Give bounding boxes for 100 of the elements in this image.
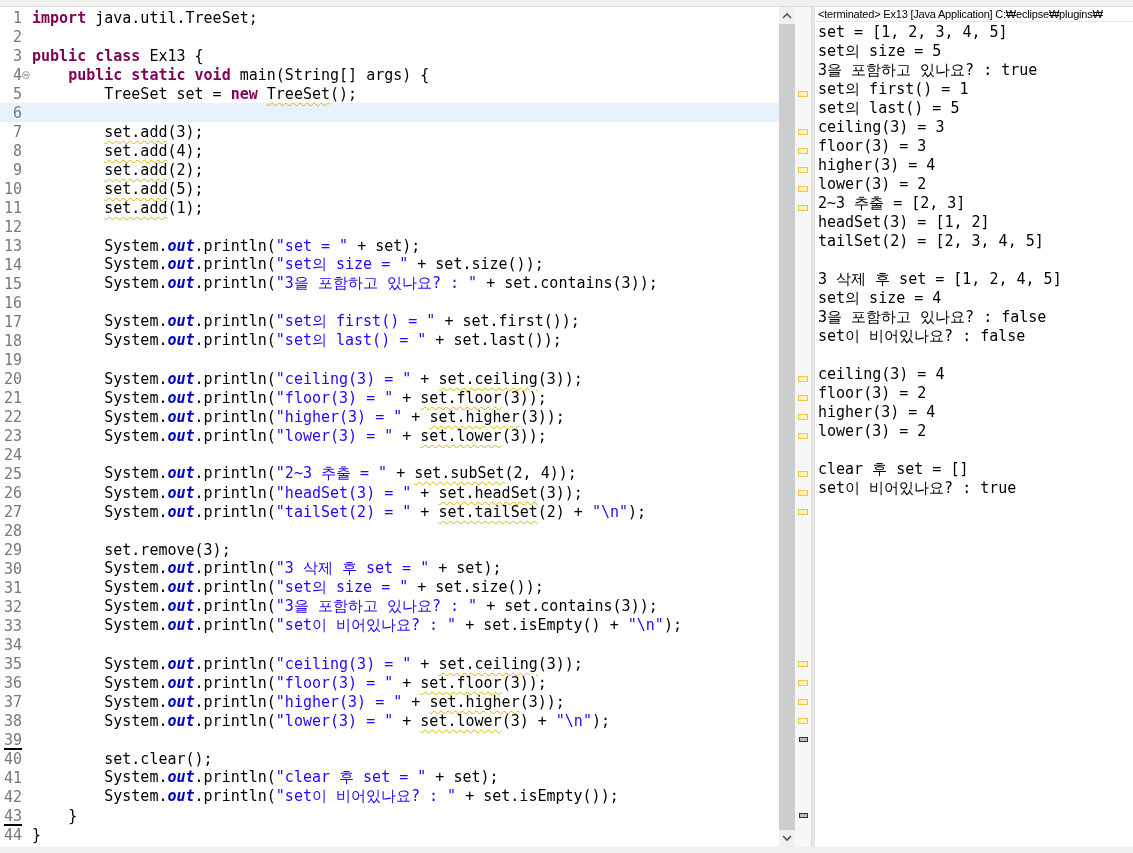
line-number: 36 <box>2 673 22 692</box>
line-number: 18 <box>2 331 22 350</box>
console-line: tailSet(2) = [2, 3, 4, 5] <box>818 232 1045 251</box>
code-line: } <box>32 825 42 844</box>
warning-marker[interactable] <box>798 147 808 154</box>
line-number: 8 <box>11 141 22 160</box>
console-line: headSet(3) = [1, 2] <box>818 213 991 232</box>
line-number: 4 <box>11 65 22 84</box>
console-line: 3을 포함하고 있나요? : true <box>818 61 1039 80</box>
line-number: 44 <box>2 825 22 844</box>
console-line: higher(3) = 4 <box>818 156 937 175</box>
line-number: 38 <box>2 711 22 730</box>
line-number: 27 <box>2 502 22 521</box>
console-line: lower(3) = 2 <box>818 422 928 441</box>
line-number: 41 <box>2 768 22 787</box>
console-line: lower(3) = 2 <box>818 175 928 194</box>
warning-marker[interactable] <box>798 128 808 135</box>
line-number: 22 <box>2 407 22 426</box>
console-line: clear 후 set = [] <box>818 460 970 479</box>
code-line: System.out.println("3 삭제 후 set = " + set); <box>103 559 502 578</box>
warning-marker[interactable] <box>798 413 808 420</box>
line-number: 10 <box>2 179 22 198</box>
code-line: set.add(2); <box>103 160 204 179</box>
warning-marker[interactable] <box>798 432 808 439</box>
console-line: set이 비어있나요? : false <box>818 327 1027 346</box>
warning-marker[interactable] <box>798 508 808 515</box>
code-line: System.out.println("set의 size = " + set.size()); <box>103 578 544 597</box>
code-line: set.add(5); <box>103 179 204 198</box>
collapse-icon[interactable] <box>22 70 30 79</box>
warning-marker[interactable] <box>798 698 808 705</box>
line-number: 9 <box>11 160 22 179</box>
console-line: set = [1, 2, 3, 4, 5] <box>818 23 1009 42</box>
line-number: 16 <box>2 293 22 312</box>
code-line: System.out.println("ceiling(3) = " + set.ceiling(3)); <box>103 654 583 673</box>
line-number: 40 <box>2 749 22 768</box>
line-number: 30 <box>2 559 22 578</box>
warning-marker[interactable] <box>798 660 808 667</box>
line-number: 35 <box>2 654 22 673</box>
occurrence-marker[interactable] <box>798 737 808 742</box>
line-number: 37 <box>2 692 22 711</box>
line-number: 2 <box>11 27 22 46</box>
scroll-down-icon[interactable] <box>782 835 792 842</box>
code-line: System.out.println("set이 비어있나요? : " + set.isEmpty()); <box>103 787 619 806</box>
warning-marker[interactable] <box>798 375 808 382</box>
warning-marker[interactable] <box>798 394 808 401</box>
scrollbar-thumb[interactable] <box>779 24 795 830</box>
warning-marker[interactable] <box>798 166 808 173</box>
warning-marker[interactable] <box>798 185 808 192</box>
line-number: 5 <box>11 84 22 103</box>
console-line: floor(3) = 2 <box>818 384 928 403</box>
line-number: 17 <box>2 312 22 331</box>
console-line: 3 삭제 후 set = [1, 2, 4, 5] <box>818 270 1063 289</box>
warning-marker[interactable] <box>798 90 808 97</box>
console-line: set의 size = 4 <box>818 289 943 308</box>
line-number: 11 <box>2 198 22 217</box>
console-line: set이 비어있나요? : true <box>818 479 1018 498</box>
code-line: System.out.println("set = " + set); <box>103 236 421 255</box>
console-line: floor(3) = 3 <box>818 137 928 156</box>
line-number: 28 <box>2 521 22 540</box>
code-line: import java.util.TreeSet; <box>32 8 258 27</box>
warning-marker[interactable] <box>798 489 808 496</box>
code-line: public class Ex13 { <box>32 46 204 65</box>
code-line: System.out.println("tailSet(2) = " + set.tailSet(2) + "\n"); <box>103 502 647 521</box>
code-line: System.out.println("ceiling(3) = " + set.ceiling(3)); <box>103 369 583 388</box>
line-number: 25 <box>2 464 22 483</box>
code-line: set.remove(3); <box>103 540 231 559</box>
console-line: 3을 포함하고 있나요? : false <box>818 308 1048 327</box>
console-status: <terminated> Ex13 [Java Application] C:₩eclipse₩plugins₩ <box>815 7 1133 22</box>
code-line: set.add(1); <box>103 198 204 217</box>
code-line: System.out.println("clear 후 set = " + set); <box>103 768 499 787</box>
code-line: TreeSet set = new TreeSet(); <box>103 84 358 103</box>
warning-marker[interactable] <box>798 204 808 211</box>
warning-marker[interactable] <box>798 679 808 686</box>
line-number: 7 <box>11 122 22 141</box>
console-line: ceiling(3) = 3 <box>818 118 946 137</box>
warning-marker[interactable] <box>798 717 808 724</box>
console-line: higher(3) = 4 <box>818 403 937 422</box>
line-number: 13 <box>2 236 22 255</box>
code-line: System.out.println("3을 포함하고 있나요? : " + set.contains(3)); <box>103 597 658 616</box>
line-number: 20 <box>2 369 22 388</box>
code-line: set.clear(); <box>103 749 213 768</box>
line-number: 26 <box>2 483 22 502</box>
line-number: 3 <box>11 46 22 65</box>
occurrence-marker[interactable] <box>798 813 808 818</box>
line-number: 31 <box>2 578 22 597</box>
line-number: 15 <box>2 274 22 293</box>
code-line: System.out.println("2~3 추출 = " + set.subSet(2, 4)); <box>103 464 577 483</box>
line-number: 21 <box>2 388 22 407</box>
code-line: System.out.println("higher(3) = " + set.higher(3)); <box>103 407 565 426</box>
line-number: 33 <box>2 616 22 635</box>
scroll-up-icon[interactable] <box>782 12 792 19</box>
code-line: System.out.println("floor(3) = " + set.floor(3)); <box>103 388 547 407</box>
line-number: 23 <box>2 426 22 445</box>
code-line: System.out.println("floor(3) = " + set.floor(3)); <box>103 673 547 692</box>
line-number: 14 <box>2 255 22 274</box>
code-line: System.out.println("3을 포함하고 있나요? : " + set.contains(3)); <box>103 274 658 293</box>
line-number: 24 <box>2 445 22 464</box>
warning-marker[interactable] <box>798 470 808 477</box>
console-line: set의 first() = 1 <box>818 80 970 99</box>
code-line: public static void main(String[] args) { <box>67 65 430 84</box>
